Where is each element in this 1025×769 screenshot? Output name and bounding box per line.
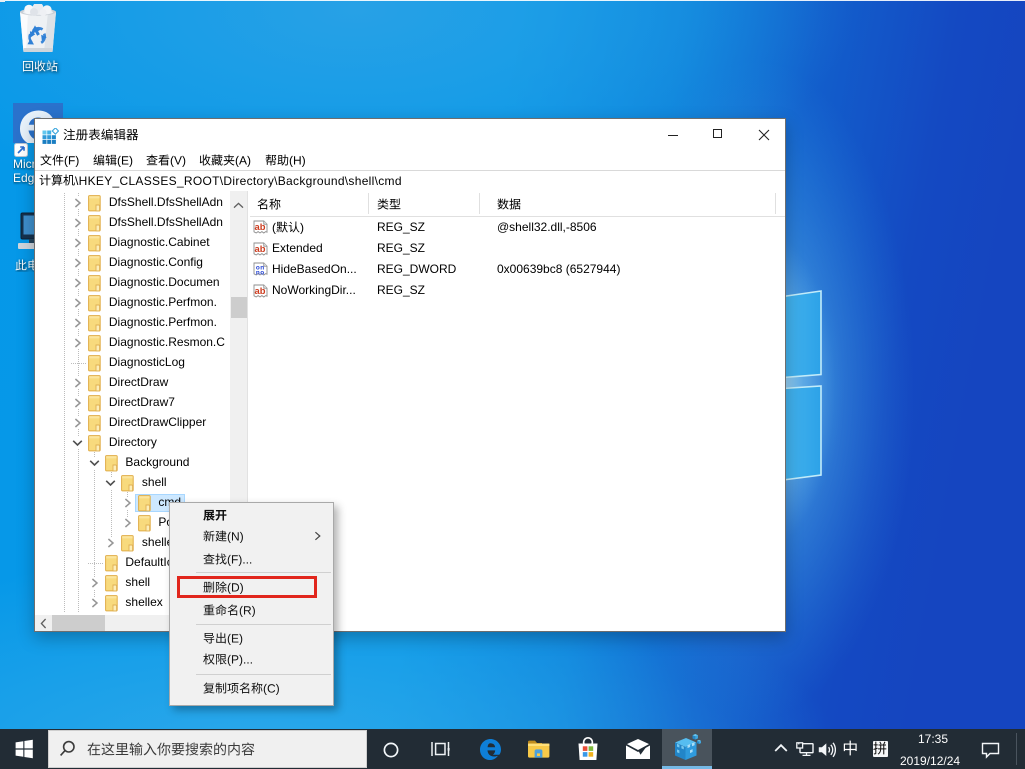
svg-text:no: no (256, 270, 265, 277)
svg-text:ab: ab (255, 285, 266, 296)
svg-text:ab: ab (255, 221, 266, 232)
svg-text:ab: ab (255, 243, 266, 254)
